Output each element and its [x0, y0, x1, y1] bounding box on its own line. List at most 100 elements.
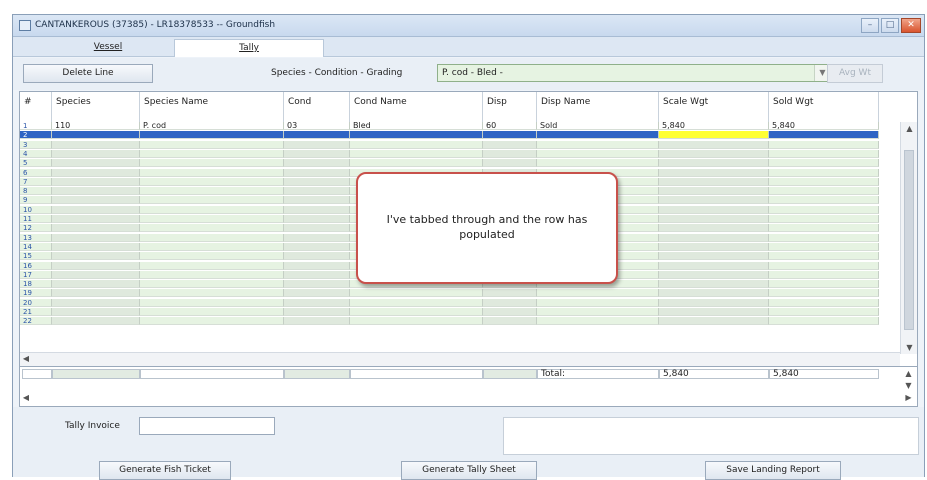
- tab-vessel[interactable]: Vessel: [33, 39, 183, 57]
- cell-scale-wgt[interactable]: [659, 196, 769, 205]
- cell-sold-wgt[interactable]: [769, 168, 879, 177]
- cell-sold-wgt[interactable]: [769, 252, 879, 261]
- column-header-scale-wgt[interactable]: Scale Wgt: [659, 92, 769, 122]
- cell-scale-wgt[interactable]: [659, 215, 769, 223]
- column-header-disp-name[interactable]: Disp Name: [537, 92, 659, 122]
- cell-cond-code[interactable]: [284, 149, 350, 158]
- cell-disp-code[interactable]: [483, 131, 537, 140]
- cell-species-name[interactable]: [140, 242, 284, 251]
- cell-scale-wgt[interactable]: [659, 159, 769, 168]
- cell-sold-wgt[interactable]: [769, 242, 879, 251]
- cell-species-code[interactable]: [52, 289, 140, 298]
- cell-species-code[interactable]: [52, 224, 140, 233]
- maximize-button[interactable]: □: [881, 18, 899, 33]
- column-header-sold-wgt[interactable]: Sold Wgt: [769, 92, 879, 122]
- horizontal-scrollbar[interactable]: ◀: [20, 352, 900, 366]
- cell-sold-wgt[interactable]: [769, 270, 879, 279]
- table-row[interactable]: 5: [20, 159, 900, 168]
- cell-scale-wgt[interactable]: [659, 168, 769, 177]
- cell-species-name[interactable]: [140, 187, 284, 196]
- cell-species-name[interactable]: [140, 149, 284, 158]
- cell-cond-name[interactable]: [350, 317, 483, 326]
- totals-scroll-left-icon[interactable]: ◀: [20, 393, 32, 402]
- cell-species-code[interactable]: [52, 298, 140, 307]
- cell-cond-code[interactable]: [284, 317, 350, 326]
- cell-cond-code[interactable]: 03: [284, 122, 350, 130]
- cell-species-name[interactable]: [140, 270, 284, 279]
- cell-scale-wgt[interactable]: [659, 252, 769, 261]
- vertical-scrollbar[interactable]: ▲ ▼: [900, 122, 917, 354]
- cell-scale-wgt[interactable]: [659, 270, 769, 279]
- cell-sold-wgt[interactable]: [769, 298, 879, 307]
- cell-species-code[interactable]: [52, 140, 140, 149]
- cell-species-code[interactable]: [52, 131, 140, 140]
- table-row[interactable]: 3: [20, 140, 900, 149]
- cell-sold-wgt[interactable]: [769, 140, 879, 149]
- cell-sold-wgt[interactable]: [769, 149, 879, 158]
- close-button[interactable]: ✕: [901, 18, 921, 33]
- cell-cond-code[interactable]: [284, 159, 350, 168]
- cell-species-name[interactable]: [140, 224, 284, 233]
- cell-scale-wgt[interactable]: [659, 242, 769, 251]
- cell-disp-code[interactable]: [483, 289, 537, 298]
- cell-disp-name[interactable]: Sold: [537, 122, 659, 130]
- cell-scale-wgt[interactable]: [659, 233, 769, 242]
- cell-species-name[interactable]: [140, 140, 284, 149]
- cell-disp-code[interactable]: [483, 149, 537, 158]
- cell-species-code[interactable]: [52, 270, 140, 279]
- cell-species-name[interactable]: [140, 168, 284, 177]
- totals-scroll-right-icon[interactable]: ▶: [900, 393, 917, 402]
- cell-disp-name[interactable]: [537, 289, 659, 298]
- cell-species-code[interactable]: [52, 252, 140, 261]
- cell-cond-code[interactable]: [284, 270, 350, 279]
- cell-species-name[interactable]: [140, 177, 284, 186]
- cell-sold-wgt[interactable]: [769, 261, 879, 270]
- cell-species-name[interactable]: [140, 280, 284, 289]
- cell-species-code[interactable]: [52, 149, 140, 158]
- cell-scale-wgt[interactable]: [659, 289, 769, 298]
- avg-wt-button[interactable]: Avg Wt: [827, 64, 883, 83]
- cell-species-name[interactable]: [140, 205, 284, 214]
- table-row[interactable]: 19: [20, 289, 900, 298]
- cell-disp-name[interactable]: [537, 149, 659, 158]
- cell-cond-code[interactable]: [284, 242, 350, 251]
- cell-cond-code[interactable]: [284, 280, 350, 289]
- cell-sold-wgt[interactable]: [769, 224, 879, 233]
- cell-disp-code[interactable]: 60: [483, 122, 537, 130]
- cell-disp-code[interactable]: [483, 298, 537, 307]
- cell-disp-code[interactable]: [483, 308, 537, 316]
- cell-cond-code[interactable]: [284, 205, 350, 214]
- cell-cond-code[interactable]: [284, 308, 350, 316]
- cell-cond-code[interactable]: [284, 131, 350, 140]
- cell-species-name[interactable]: [140, 298, 284, 307]
- cell-cond-code[interactable]: [284, 298, 350, 307]
- cell-species-code[interactable]: [52, 261, 140, 270]
- cell-species-name[interactable]: [140, 317, 284, 326]
- cell-cond-name[interactable]: [350, 289, 483, 298]
- cell-cond-code[interactable]: [284, 233, 350, 242]
- cell-species-name[interactable]: [140, 289, 284, 298]
- tab-tally[interactable]: Tally: [174, 39, 324, 57]
- cell-disp-name[interactable]: [537, 298, 659, 307]
- cell-species-code[interactable]: [52, 196, 140, 205]
- cell-species-code[interactable]: [52, 215, 140, 223]
- generate-tally-sheet-button[interactable]: Generate Tally Sheet: [401, 461, 537, 480]
- generate-fish-ticket-button[interactable]: Generate Fish Ticket: [99, 461, 231, 480]
- cell-cond-code[interactable]: [284, 196, 350, 205]
- cell-sold-wgt[interactable]: [769, 131, 879, 140]
- cell-sold-wgt[interactable]: [769, 233, 879, 242]
- cell-sold-wgt[interactable]: 5,840: [769, 122, 879, 130]
- cell-scale-wgt[interactable]: [659, 177, 769, 186]
- cell-species-code[interactable]: [52, 187, 140, 196]
- cell-cond-code[interactable]: [284, 261, 350, 270]
- cell-sold-wgt[interactable]: [769, 308, 879, 316]
- cell-scale-wgt[interactable]: [659, 317, 769, 326]
- cell-cond-code[interactable]: [284, 215, 350, 223]
- scroll-thumb[interactable]: [904, 150, 914, 330]
- cell-species-name[interactable]: [140, 308, 284, 316]
- cell-disp-name[interactable]: [537, 159, 659, 168]
- cell-scale-wgt[interactable]: [659, 224, 769, 233]
- cell-species-code[interactable]: [52, 317, 140, 326]
- cell-species-name[interactable]: [140, 252, 284, 261]
- cell-species-name[interactable]: P. cod: [140, 122, 284, 130]
